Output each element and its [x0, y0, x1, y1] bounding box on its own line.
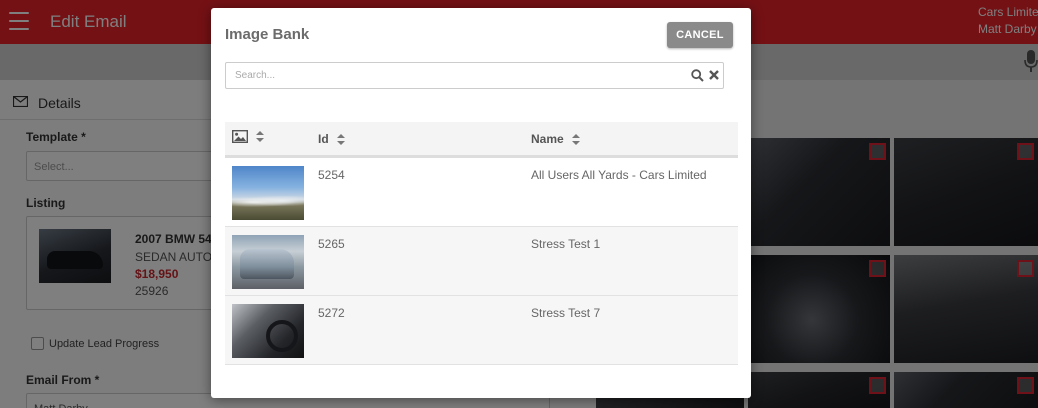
row-thumbnail [232, 235, 304, 289]
column-label-name: Name [531, 132, 564, 146]
search-icon[interactable] [691, 69, 704, 82]
row-name: Stress Test 1 [531, 237, 601, 251]
search-input[interactable] [226, 63, 686, 88]
table-header: Id Name [225, 122, 738, 158]
column-header-id[interactable]: Id [318, 132, 345, 146]
image-icon [232, 130, 248, 143]
search-box [225, 62, 724, 89]
dialog-title: Image Bank [225, 26, 310, 43]
row-thumbnail [232, 166, 304, 220]
image-table: Id Name 5254 All Users All Yards - Cars … [225, 122, 738, 365]
sort-icon[interactable] [571, 133, 580, 145]
table-row[interactable]: 5265 Stress Test 1 [225, 227, 738, 296]
clear-icon[interactable] [708, 69, 720, 81]
sort-icon[interactable] [256, 131, 264, 142]
cancel-button[interactable]: CANCEL [667, 22, 733, 48]
table-row[interactable]: 5272 Stress Test 7 [225, 296, 738, 365]
row-id: 5272 [318, 306, 345, 320]
sort-icon[interactable] [336, 133, 345, 145]
row-id: 5254 [318, 168, 345, 182]
row-id: 5265 [318, 237, 345, 251]
image-bank-dialog: Image Bank CANCEL Id [211, 8, 751, 398]
column-header-name[interactable]: Name [531, 132, 580, 146]
column-label-id: Id [318, 132, 329, 146]
column-header-image[interactable] [232, 130, 264, 143]
row-name: All Users All Yards - Cars Limited [531, 168, 707, 182]
row-name: Stress Test 7 [531, 306, 601, 320]
table-row[interactable]: 5254 All Users All Yards - Cars Limited [225, 158, 738, 227]
row-thumbnail [232, 304, 304, 358]
